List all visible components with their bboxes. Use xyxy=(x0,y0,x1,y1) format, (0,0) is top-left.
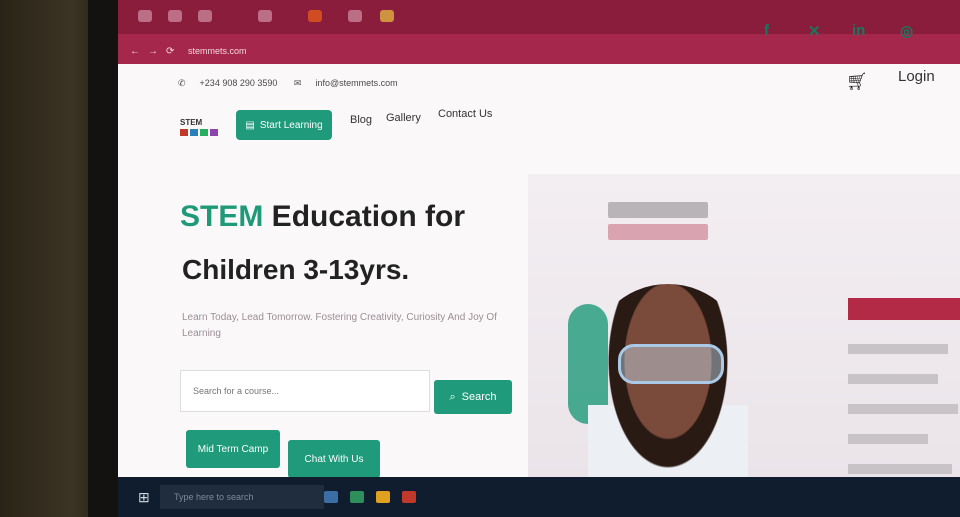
blurred-banner xyxy=(608,202,708,218)
tab-icon[interactable] xyxy=(258,10,272,22)
back-icon[interactable]: ← xyxy=(130,46,140,57)
x-icon[interactable]: ✕ xyxy=(808,22,821,40)
windows-start-icon[interactable]: ⊞ xyxy=(138,489,150,506)
hero-title-rest: Education for xyxy=(263,200,466,233)
course-search-box xyxy=(180,370,430,412)
chrome-icon[interactable] xyxy=(402,491,416,503)
blurred-text xyxy=(848,404,958,414)
address-bar: ← → ⟳ stemmets.com xyxy=(118,34,960,64)
tab-icon[interactable] xyxy=(348,10,362,22)
linkedin-icon[interactable]: in xyxy=(852,22,865,39)
hero-image xyxy=(528,174,960,517)
blurred-text xyxy=(848,344,948,354)
nav-gallery[interactable]: Gallery xyxy=(386,112,421,124)
contact-topbar: ✆ +234 908 290 3590 ✉ info@stemmets.com xyxy=(178,78,412,89)
search-icon: ⌕ xyxy=(449,390,456,403)
chat-with-us-button[interactable]: Chat With Us xyxy=(288,440,380,478)
email-address[interactable]: info@stemmets.com xyxy=(315,78,397,88)
url-text[interactable]: stemmets.com xyxy=(188,46,247,56)
file-explorer-icon[interactable] xyxy=(376,491,390,503)
login-link[interactable]: Login xyxy=(898,68,935,85)
site-logo[interactable]: STEM xyxy=(180,118,226,148)
search-button-label: Search xyxy=(461,391,497,403)
task-view-icon[interactable] xyxy=(324,491,338,503)
logo-blocks xyxy=(180,129,226,136)
mail-icon: ✉ xyxy=(293,78,302,88)
hero-title-line2: Children 3-13yrs. xyxy=(182,254,410,285)
cart-icon[interactable]: 🛒︎ xyxy=(846,72,868,92)
taskbar-search[interactable]: Type here to search xyxy=(160,485,324,509)
mid-term-camp-label: Mid Term Camp xyxy=(197,443,269,455)
nav-contact[interactable]: Contact Us xyxy=(438,108,492,120)
start-learning-button[interactable]: ▤ Start Learning xyxy=(236,110,332,140)
blurred-text xyxy=(848,374,938,384)
nav-blog[interactable]: Blog xyxy=(350,114,372,126)
hero-title-accent: STEM xyxy=(180,200,264,233)
browser-tab-strip xyxy=(118,0,960,34)
tab-icon[interactable] xyxy=(308,10,322,22)
course-search-input[interactable] xyxy=(191,385,415,397)
hero-subtitle: Learn Today, Lead Tomorrow. Fostering Cr… xyxy=(182,312,497,339)
mid-term-camp-button[interactable]: Mid Term Camp xyxy=(186,430,280,468)
blurred-banner xyxy=(608,224,708,240)
chat-with-us-label: Chat With Us xyxy=(304,453,364,465)
edge-icon[interactable] xyxy=(350,491,364,503)
monitor-screen: ← → ⟳ stemmets.com f ✕ in ◎ ✆ +234 908 29… xyxy=(118,0,960,517)
hero-title: STEM Education for xyxy=(180,200,465,234)
phone-icon: ✆ xyxy=(178,78,186,88)
website-page: f ✕ in ◎ ✆ +234 908 290 3590 ✉ info@stemme… xyxy=(118,22,960,517)
facebook-icon[interactable]: f xyxy=(764,22,769,39)
instagram-icon[interactable]: ◎ xyxy=(900,22,913,40)
forward-icon[interactable]: → xyxy=(148,46,158,57)
tab-icon[interactable] xyxy=(138,10,152,22)
book-icon: ▤ xyxy=(245,119,255,131)
blurred-banner xyxy=(848,298,960,320)
tab-icon[interactable] xyxy=(168,10,182,22)
tab-icon[interactable] xyxy=(198,10,212,22)
safety-goggles xyxy=(618,344,724,384)
logo-text: STEM xyxy=(180,118,203,127)
child-photo xyxy=(588,284,748,504)
start-learning-label: Start Learning xyxy=(259,119,323,131)
blurred-text xyxy=(848,464,952,474)
phone-number[interactable]: +234 908 290 3590 xyxy=(200,78,278,88)
reload-icon[interactable]: ⟳ xyxy=(166,46,174,57)
tab-icon[interactable] xyxy=(380,10,394,22)
blurred-text xyxy=(848,434,928,444)
windows-taskbar: ⊞ Type here to search xyxy=(118,477,960,517)
search-button[interactable]: ⌕ Search xyxy=(434,380,512,414)
